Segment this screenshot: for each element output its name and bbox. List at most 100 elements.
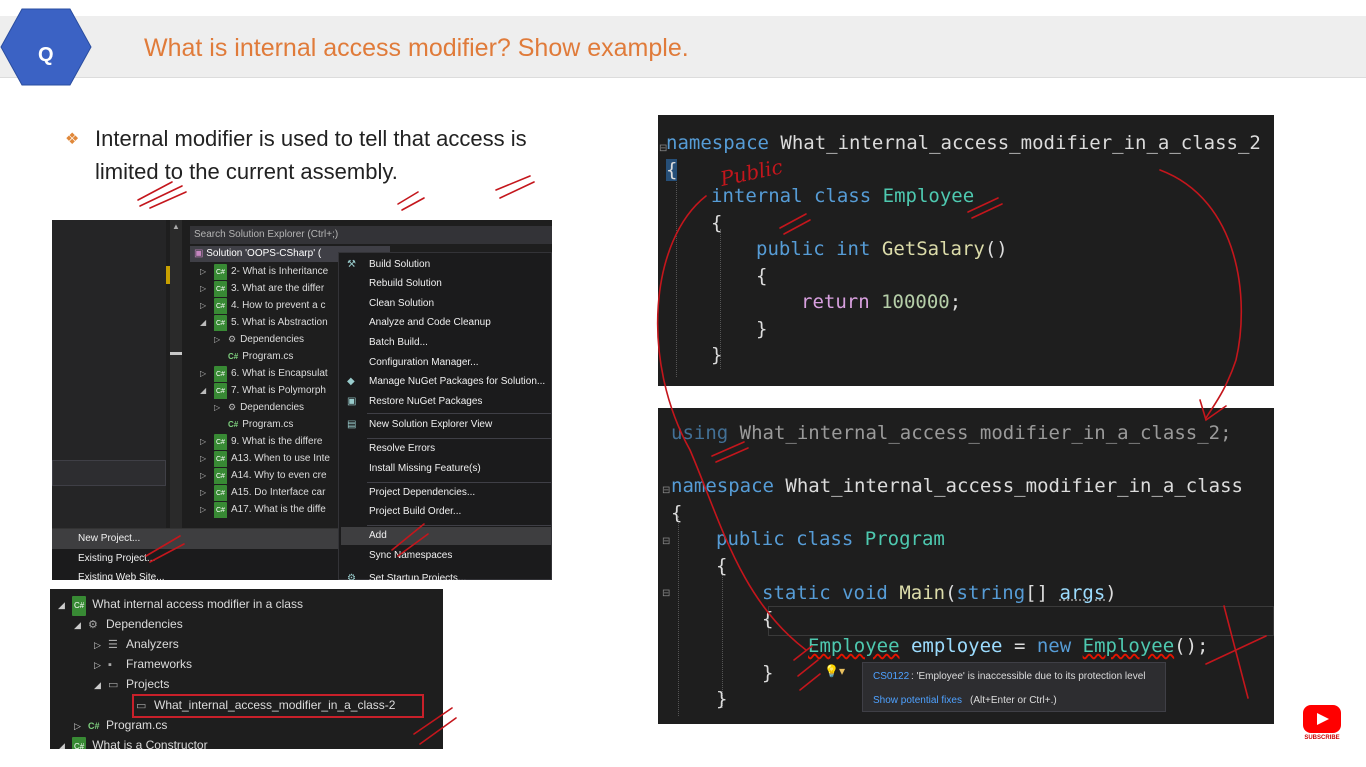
solution-tree-label: Program.cs	[242, 419, 294, 430]
menu-item-icon: ▤	[347, 419, 357, 430]
show-fixes-link[interactable]: Show potential fixes	[873, 695, 962, 706]
submenu-existing-project[interactable]: Existing Project...	[78, 553, 155, 564]
expand-arrow-icon[interactable]: ◢	[58, 736, 72, 749]
tree-expand-icon[interactable]: ▷	[200, 450, 214, 467]
expand-arrow-icon[interactable]: ◢	[74, 615, 88, 635]
solution-tree-label: 7. What is Polymorph	[230, 385, 326, 396]
tree-expand-icon[interactable]: ▷	[200, 467, 214, 484]
code-line-namespace[interactable]: namespace What_internal_access_modifier_…	[666, 132, 1261, 154]
error-message: : 'Employee' is inaccessible due to its …	[911, 671, 1146, 682]
code-line-method[interactable]: public int GetSalary()	[756, 238, 1008, 260]
csharp-project-icon: C#	[72, 737, 87, 749]
csharp-project-icon: C#	[214, 298, 227, 314]
context-menu-item[interactable]: Project Build Order...	[369, 506, 461, 517]
code-line-brace[interactable]: {	[711, 212, 722, 234]
indent-guide	[722, 568, 723, 708]
frameworks-label: Frameworks	[126, 657, 193, 671]
context-menu-item[interactable]: Add	[369, 530, 387, 541]
context-menu-item[interactable]: Configuration Manager...	[369, 357, 479, 368]
tree-expand-icon[interactable]: ◢	[200, 314, 214, 331]
code-line-brace[interactable]: {	[671, 502, 682, 524]
tree-expand-icon[interactable]: ▷	[200, 263, 214, 280]
code-line-brace[interactable]: }	[756, 318, 767, 340]
code-line-class[interactable]: public class Program	[716, 528, 945, 550]
tree-dependencies-row[interactable]: ◢ ⚙ Dependencies	[74, 614, 183, 634]
tree-projects-row[interactable]: ◢ ▭ Projects	[94, 674, 169, 694]
tree-frameworks-row[interactable]: ▷ ▪ Frameworks	[94, 654, 192, 674]
code-line-class[interactable]: internal class Employee	[711, 185, 974, 207]
code-line-using[interactable]: using What_internal_access_modifier_in_a…	[671, 422, 1232, 444]
context-menu-item[interactable]: Restore NuGet Packages	[369, 396, 482, 407]
menu-item-icon: ◆	[347, 376, 355, 387]
code-line-brace[interactable]: {	[716, 555, 727, 577]
csharp-project-icon: C#	[214, 434, 227, 450]
code-line-brace[interactable]: {	[756, 265, 767, 287]
subscribe-label[interactable]: SUBSCRIBE	[1303, 735, 1341, 741]
context-menu-item[interactable]: Sync Namespaces	[369, 550, 452, 561]
tree-expand-icon[interactable]: ▷	[200, 433, 214, 450]
code-line-namespace[interactable]: namespace What_internal_access_modifier_…	[671, 475, 1243, 497]
tree-expand-icon[interactable]: ▷	[200, 280, 214, 297]
expand-arrow-icon[interactable]: ◢	[58, 595, 72, 615]
scroll-up-icon[interactable]: ▲	[172, 222, 180, 231]
frameworks-icon: ▪	[108, 659, 112, 671]
context-menu-item[interactable]: Resolve Errors	[369, 443, 435, 454]
menu-item-icon: ▣	[347, 396, 357, 407]
expand-arrow-icon[interactable]: ◢	[94, 675, 108, 695]
context-menu-item[interactable]: Analyze and Code Cleanup	[369, 317, 491, 328]
tree-expand-icon[interactable]: ▷	[214, 331, 228, 348]
context-menu-item[interactable]: Project Dependencies...	[369, 487, 475, 498]
menu-separator	[367, 413, 551, 414]
solution-label: Solution 'OOPS-CSharp' (	[206, 248, 322, 259]
scrollbar-thumb[interactable]	[170, 352, 182, 355]
code-line-brace[interactable]: }	[711, 344, 722, 366]
tree-analyzers-row[interactable]: ▷ ☰ Analyzers	[94, 634, 179, 654]
youtube-subscribe-icon[interactable]	[1303, 705, 1341, 733]
scrollbar[interactable]	[170, 220, 182, 530]
fold-marker-icon[interactable]: ⊟	[662, 588, 670, 599]
code-line-main[interactable]: static void Main(string[] args)	[762, 582, 1117, 604]
fold-marker-icon[interactable]: ⊟	[662, 485, 670, 496]
context-menu-item[interactable]: New Solution Explorer View	[369, 419, 492, 430]
context-menu-item[interactable]: Install Missing Feature(s)	[369, 463, 481, 474]
left-pane-bar	[52, 460, 166, 486]
context-menu-item[interactable]: Build Solution	[369, 259, 430, 270]
analyzers-icon: ☰	[108, 639, 118, 651]
code-line-return[interactable]: return 100000;	[801, 291, 961, 313]
tree-expand-icon[interactable]: ▷	[200, 501, 214, 518]
solution-tree-label: 6. What is Encapsulat	[230, 368, 328, 379]
solution-icon: ▣	[194, 248, 207, 259]
code-line-brace[interactable]: {	[762, 608, 773, 630]
solution-tree-label: 3. What are the differ	[230, 283, 325, 294]
code-line-brace[interactable]: {	[666, 159, 678, 181]
error-code-link[interactable]: CS0122	[873, 671, 909, 682]
collapse-arrow-icon[interactable]: ▷	[94, 655, 108, 675]
solution-tree-label: 2- What is Inheritance	[230, 266, 329, 277]
code-line-instantiation[interactable]: Employee employee = new Employee();	[808, 635, 1208, 657]
context-menu-item[interactable]: Rebuild Solution	[369, 278, 442, 289]
context-menu: ⚒ Build Solution Rebuild Solution Clean Sol…	[338, 252, 552, 580]
indent-guide	[678, 516, 679, 716]
tree-project-row[interactable]: ◢ C# What is a Constructor	[58, 735, 208, 749]
submenu-new-project[interactable]: New Project...	[78, 533, 140, 544]
diamond-bullet-icon: ❖	[65, 131, 80, 148]
tree-expand-icon[interactable]: ▷	[200, 297, 214, 314]
context-menu-item[interactable]: Manage NuGet Packages for Solution...	[369, 376, 545, 387]
collapse-arrow-icon[interactable]: ▷	[94, 635, 108, 655]
tree-expand-icon[interactable]: ▷	[214, 399, 228, 416]
tree-project-row[interactable]: ◢ C# What internal access modifier in a cl…	[58, 594, 303, 616]
solution-search-input[interactable]: Search Solution Explorer (Ctrl+;)	[190, 226, 552, 244]
code-line-brace[interactable]: }	[716, 688, 727, 710]
context-menu-item[interactable]: Batch Build...	[369, 337, 428, 348]
context-menu-item[interactable]: Clean Solution	[369, 298, 434, 309]
code-line-brace[interactable]: }	[762, 662, 773, 684]
collapse-arrow-icon[interactable]: ▷	[74, 716, 88, 736]
fold-marker-icon[interactable]: ⊟	[662, 536, 670, 547]
submenu-existing-website[interactable]: Existing Web Site...	[78, 572, 165, 580]
tree-expand-icon[interactable]: ◢	[200, 382, 214, 399]
lightbulb-error-icon[interactable]: 💡▾	[824, 664, 848, 680]
tree-expand-icon[interactable]: ▷	[200, 484, 214, 501]
context-menu-item[interactable]: Set Startup Projects...	[369, 573, 466, 580]
tree-program-file-row[interactable]: ▷ C# Program.cs	[74, 715, 167, 735]
tree-expand-icon[interactable]: ▷	[200, 365, 214, 382]
